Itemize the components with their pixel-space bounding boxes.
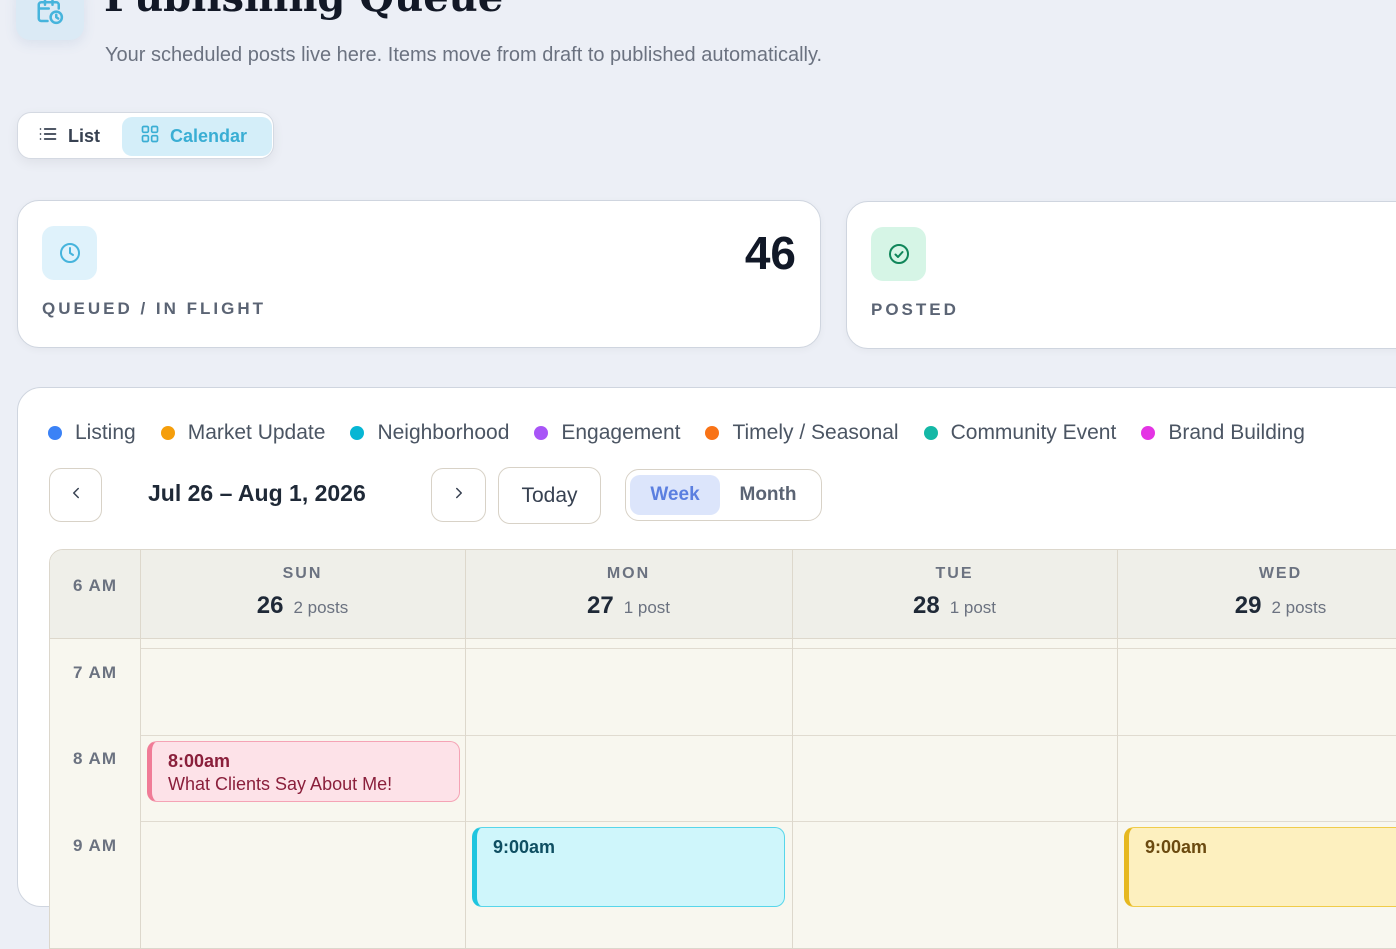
day-header-sun[interactable]: SUN 26 2 posts	[140, 550, 465, 638]
legend-item: Brand Building	[1141, 421, 1305, 445]
page-subtitle: Your scheduled posts live here. Items mo…	[105, 44, 823, 66]
hour-label: 7 AM	[73, 663, 117, 682]
hour-label: 8 AM	[73, 749, 117, 768]
day-number: 27	[586, 592, 614, 619]
calendar-event[interactable]: 8:00am What Clients Say About Me!	[147, 741, 460, 802]
next-week-button[interactable]	[431, 468, 486, 522]
hour-label: 6 AM	[73, 576, 117, 595]
day-date: 29 2 posts	[1118, 592, 1396, 620]
event-title: What Clients Say About Me!	[168, 774, 393, 794]
legend-item: Engagement	[534, 421, 680, 445]
legend-dot	[923, 426, 938, 440]
stat-label: QUEUED / IN FLIGHT	[42, 299, 266, 318]
month-mode-button[interactable]: Month	[720, 475, 816, 515]
legend-label: Timely / Seasonal	[732, 421, 899, 444]
day-name: TUE	[935, 565, 974, 582]
calendar-event[interactable]: 9:00am	[472, 827, 785, 907]
legend-label: Brand Building	[1168, 421, 1305, 444]
list-icon	[38, 124, 58, 149]
day-date: 28 1 post	[792, 592, 1117, 620]
legend-dot	[534, 426, 549, 440]
view-toggle: List Calendar	[17, 112, 274, 159]
calendar-event[interactable]: 9:00am	[1124, 827, 1396, 907]
day-number: 26	[256, 592, 284, 619]
day-header-mon[interactable]: MON 27 1 post	[466, 550, 791, 638]
hour-divider	[140, 648, 1396, 649]
page-title: Publishing Queue	[104, 0, 503, 24]
legend-dot	[705, 426, 720, 440]
clock-icon	[42, 226, 97, 280]
hour-divider	[140, 735, 1396, 736]
legend-item: Timely / Seasonal	[705, 421, 899, 445]
week-mode-button[interactable]: Week	[630, 475, 720, 515]
chevron-right-icon	[450, 484, 468, 507]
legend-label: Engagement	[561, 421, 681, 444]
event-time: 9:00am	[1145, 837, 1208, 857]
hour-label: 9 AM	[73, 836, 117, 855]
calendar-view-button[interactable]: Calendar	[122, 117, 272, 156]
day-date: 27 1 post	[466, 592, 791, 620]
grid-icon	[140, 124, 160, 149]
legend-label: Market Update	[187, 421, 326, 444]
post-count: 2 posts	[1271, 598, 1327, 617]
legend-dot	[48, 426, 62, 440]
category-legend: Listing Market Update Neighborhood Engag…	[48, 419, 1330, 447]
hour-divider	[140, 821, 1396, 822]
day-name: MON	[606, 565, 651, 582]
stat-value: 46	[744, 227, 796, 279]
legend-label: Neighborhood	[377, 421, 510, 444]
date-range: Jul 26 – Aug 1, 2026	[148, 480, 366, 506]
legend-dot	[1141, 426, 1156, 440]
legend-item: Listing	[48, 421, 136, 445]
legend-item: Market Update	[160, 421, 326, 445]
day-header-wed[interactable]: WED 29 2 posts	[1118, 550, 1396, 638]
chevron-left-icon	[67, 484, 85, 507]
calendar-clock-icon	[16, 0, 84, 40]
day-header-tue[interactable]: TUE 28 1 post	[792, 550, 1117, 638]
legend-dot	[160, 426, 175, 440]
stat-label: POSTED	[871, 300, 959, 319]
prev-week-button[interactable]	[49, 468, 102, 522]
calendar-view-label: Calendar	[170, 126, 248, 146]
today-button[interactable]: Today	[498, 467, 601, 524]
week-grid: 6 AM 7 AM 8 AM 9 AM SUN 26 2 posts MON 2…	[49, 549, 1396, 949]
legend-dot	[350, 426, 365, 440]
event-time: 8:00am	[168, 751, 231, 771]
calendar-mode-toggle: Week Month	[625, 469, 822, 521]
day-date: 26 2 posts	[140, 592, 465, 620]
legend-label: Community Event	[950, 421, 1117, 444]
day-number: 29	[1234, 592, 1262, 619]
event-time: 9:00am	[493, 837, 556, 857]
legend-label: Listing	[75, 421, 136, 444]
list-view-label: List	[68, 126, 101, 146]
post-count: 1 post	[623, 598, 670, 617]
stat-card-queued: 46 QUEUED / IN FLIGHT	[17, 200, 821, 348]
legend-item: Community Event	[923, 421, 1117, 445]
list-view-button[interactable]: List	[38, 117, 126, 156]
day-number: 28	[912, 592, 940, 619]
stat-card-posted: POSTED	[846, 201, 1396, 349]
legend-item: Neighborhood	[350, 421, 509, 445]
post-count: 2 posts	[293, 598, 349, 617]
check-circle-icon	[871, 227, 926, 281]
day-name: SUN	[282, 565, 323, 582]
day-name: WED	[1258, 565, 1303, 582]
post-count: 1 post	[949, 598, 996, 617]
